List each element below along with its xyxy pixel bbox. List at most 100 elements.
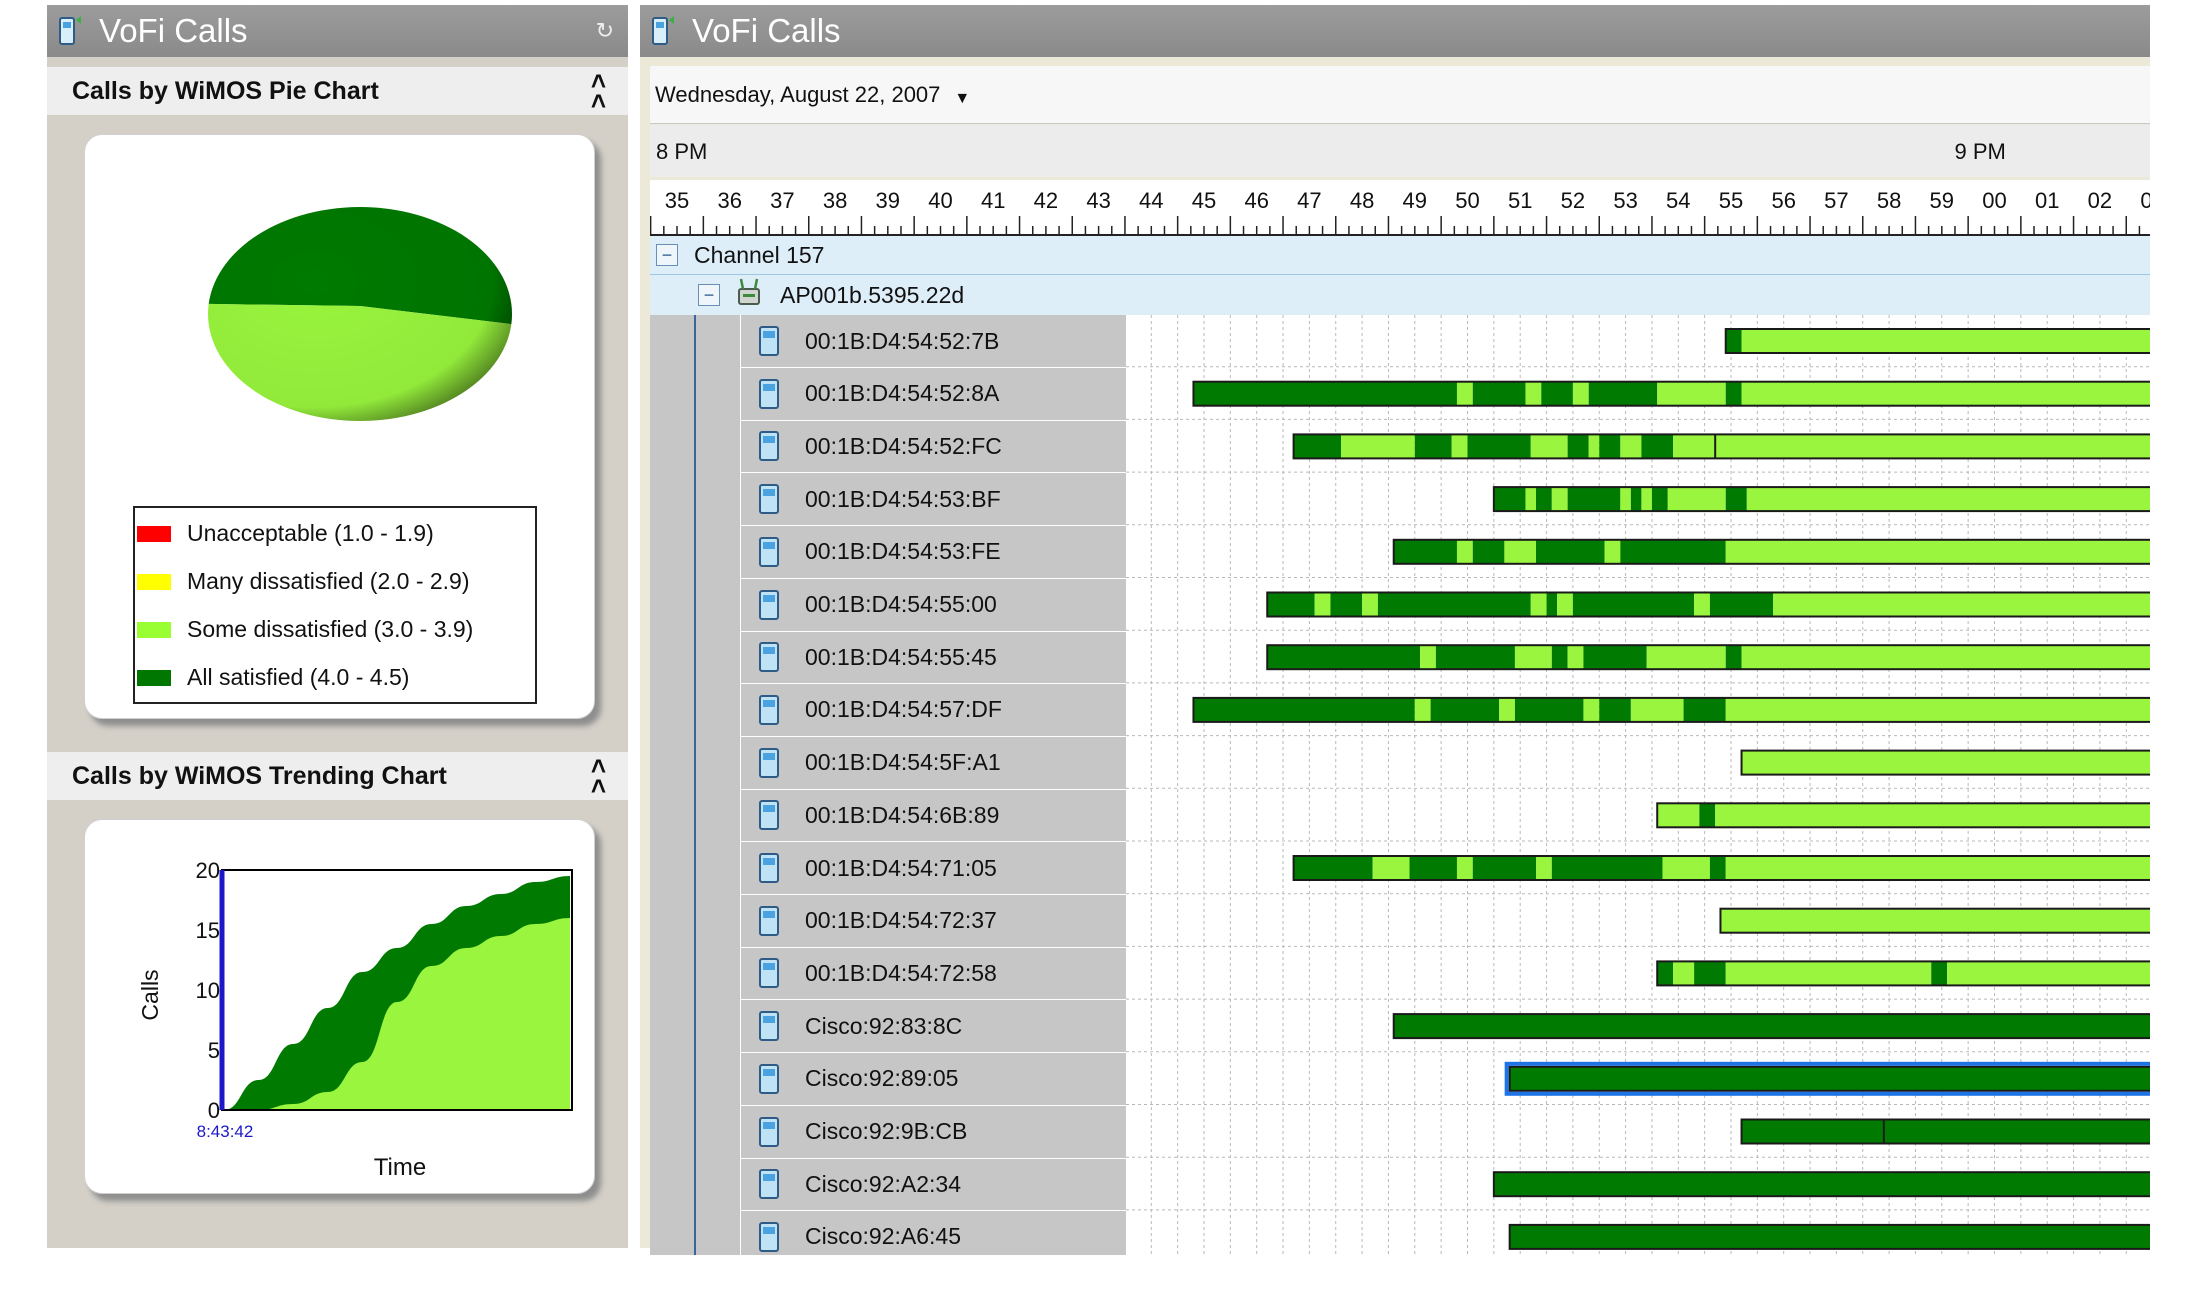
call-segment[interactable] <box>1630 487 1642 512</box>
call-segment[interactable] <box>1472 856 1537 880</box>
call-segment[interactable] <box>1947 961 2150 986</box>
call-segment[interactable] <box>1293 434 1342 459</box>
call-segment[interactable] <box>1514 697 1584 722</box>
call-segment[interactable] <box>1341 434 1415 459</box>
call-segment[interactable] <box>1509 1066 2150 1091</box>
call-segment[interactable] <box>1414 697 1431 722</box>
call-segment[interactable] <box>1583 697 1600 722</box>
call-segment[interactable] <box>1541 381 1573 406</box>
call-segment[interactable] <box>1493 1172 2150 1197</box>
call-segment[interactable] <box>1451 434 1468 459</box>
device-row[interactable]: 00:1B:D4:54:53:BF <box>740 473 1126 527</box>
call-segment[interactable] <box>1536 487 1552 512</box>
device-row[interactable]: Cisco:92:9B:CB <box>740 1105 1126 1159</box>
call-segment[interactable] <box>1725 697 2150 722</box>
call-segment[interactable] <box>1646 645 1726 670</box>
call-segment[interactable] <box>1530 434 1568 459</box>
call-segment[interactable] <box>1330 592 1363 617</box>
call-segment[interactable] <box>1662 856 1710 880</box>
call-segment[interactable] <box>1715 803 2150 828</box>
call-segment[interactable] <box>1267 592 1315 617</box>
call-segment[interactable] <box>1725 539 2150 564</box>
call-segment[interactable] <box>1588 434 1600 459</box>
call-segment[interactable] <box>1567 434 1589 459</box>
call-segment[interactable] <box>1472 381 1526 406</box>
call-segment[interactable] <box>1725 961 1932 986</box>
device-row[interactable]: Cisco:92:A6:45 <box>740 1210 1126 1264</box>
call-segment[interactable] <box>1694 592 1710 617</box>
call-segment[interactable] <box>1467 434 1531 459</box>
pin-icon[interactable]: ↻ <box>596 18 614 44</box>
call-segment[interactable] <box>1673 434 1716 459</box>
call-segment[interactable] <box>1694 961 1726 986</box>
call-segment[interactable] <box>1630 697 1684 722</box>
call-segment[interactable] <box>1588 381 1658 406</box>
call-segment[interactable] <box>1641 434 1674 459</box>
call-segment[interactable] <box>1536 539 1605 564</box>
call-segment[interactable] <box>1536 856 1552 880</box>
call-segment[interactable] <box>1620 487 1631 512</box>
call-segment[interactable] <box>1362 592 1378 617</box>
call-segment[interactable] <box>1509 1224 2150 1249</box>
device-row[interactable]: Cisco:92:A2:34 <box>740 1158 1126 1212</box>
device-row[interactable]: Cisco:92:83:8C <box>740 1000 1126 1054</box>
call-segment[interactable] <box>1746 487 2150 512</box>
call-segment[interactable] <box>1741 329 2150 353</box>
call-segment[interactable] <box>1683 697 1726 722</box>
call-segment[interactable] <box>1599 697 1631 722</box>
call-segment[interactable] <box>1193 697 1415 722</box>
call-segment[interactable] <box>1773 592 2150 617</box>
call-segment[interactable] <box>1551 645 1568 670</box>
call-segment[interactable] <box>1741 381 2150 406</box>
call-segment[interactable] <box>1393 1014 2150 1039</box>
call-segment[interactable] <box>1620 434 1642 459</box>
collapse-chevron-icon[interactable]: ˄ ˄ <box>591 68 606 114</box>
call-segment[interactable] <box>1567 487 1621 512</box>
call-segment[interactable] <box>1699 803 1716 828</box>
call-segment[interactable] <box>1931 961 1948 986</box>
call-segment[interactable] <box>1741 1119 1884 1144</box>
device-row[interactable]: Cisco:92:89:05 <box>740 1052 1126 1106</box>
call-segment[interactable] <box>1499 697 1515 722</box>
call-segment[interactable] <box>1715 434 2150 459</box>
call-segment[interactable] <box>1567 645 1584 670</box>
device-row[interactable]: 00:1B:D4:54:71:05 <box>740 842 1126 895</box>
device-row[interactable]: 00:1B:D4:54:72:58 <box>740 947 1126 1001</box>
call-segment[interactable] <box>1377 592 1531 617</box>
call-segment[interactable] <box>1720 908 2150 933</box>
call-segment[interactable] <box>1514 645 1552 670</box>
channel-row[interactable]: − Channel 157 <box>650 236 2150 275</box>
call-segment[interactable] <box>1414 434 1452 459</box>
call-segment[interactable] <box>1435 645 1515 670</box>
call-segment[interactable] <box>1741 645 2150 670</box>
call-segment[interactable] <box>1409 856 1457 880</box>
call-segment[interactable] <box>1293 856 1373 880</box>
device-row[interactable]: 00:1B:D4:54:5F:A1 <box>740 736 1126 790</box>
device-row[interactable]: 00:1B:D4:54:52:7B <box>740 315 1126 368</box>
call-segment[interactable] <box>1525 487 1537 512</box>
call-segment[interactable] <box>1709 856 1726 880</box>
device-row[interactable]: 00:1B:D4:54:52:FC <box>740 420 1126 474</box>
device-row[interactable]: 00:1B:D4:54:53:FE <box>740 525 1126 579</box>
device-row[interactable]: 00:1B:D4:54:57:DF <box>740 683 1126 737</box>
call-segment[interactable] <box>1420 645 1436 670</box>
call-segment[interactable] <box>1657 803 1700 828</box>
call-segment[interactable] <box>1725 645 1742 670</box>
collapse-icon[interactable]: − <box>656 244 678 266</box>
call-segment[interactable] <box>1725 487 1747 512</box>
call-segment[interactable] <box>1456 539 1473 564</box>
call-segment[interactable] <box>1583 645 1647 670</box>
device-row[interactable]: 00:1B:D4:54:55:45 <box>740 631 1126 685</box>
call-segment[interactable] <box>1393 539 1457 564</box>
call-segment[interactable] <box>1651 487 1668 512</box>
call-segment[interactable] <box>1620 539 1726 564</box>
call-segment[interactable] <box>1599 434 1621 459</box>
trend-section-header[interactable]: Calls by WiMOS Trending Chart ˄ ˄ <box>47 752 628 800</box>
call-segment[interactable] <box>1456 381 1473 406</box>
call-segment[interactable] <box>1546 592 1558 617</box>
call-segment[interactable] <box>1572 381 1589 406</box>
call-segment[interactable] <box>1193 381 1457 406</box>
pie-section-header[interactable]: Calls by WiMOS Pie Chart ˄ ˄ <box>47 67 628 115</box>
call-segment[interactable] <box>1557 592 1573 617</box>
call-segment[interactable] <box>1667 487 1726 512</box>
